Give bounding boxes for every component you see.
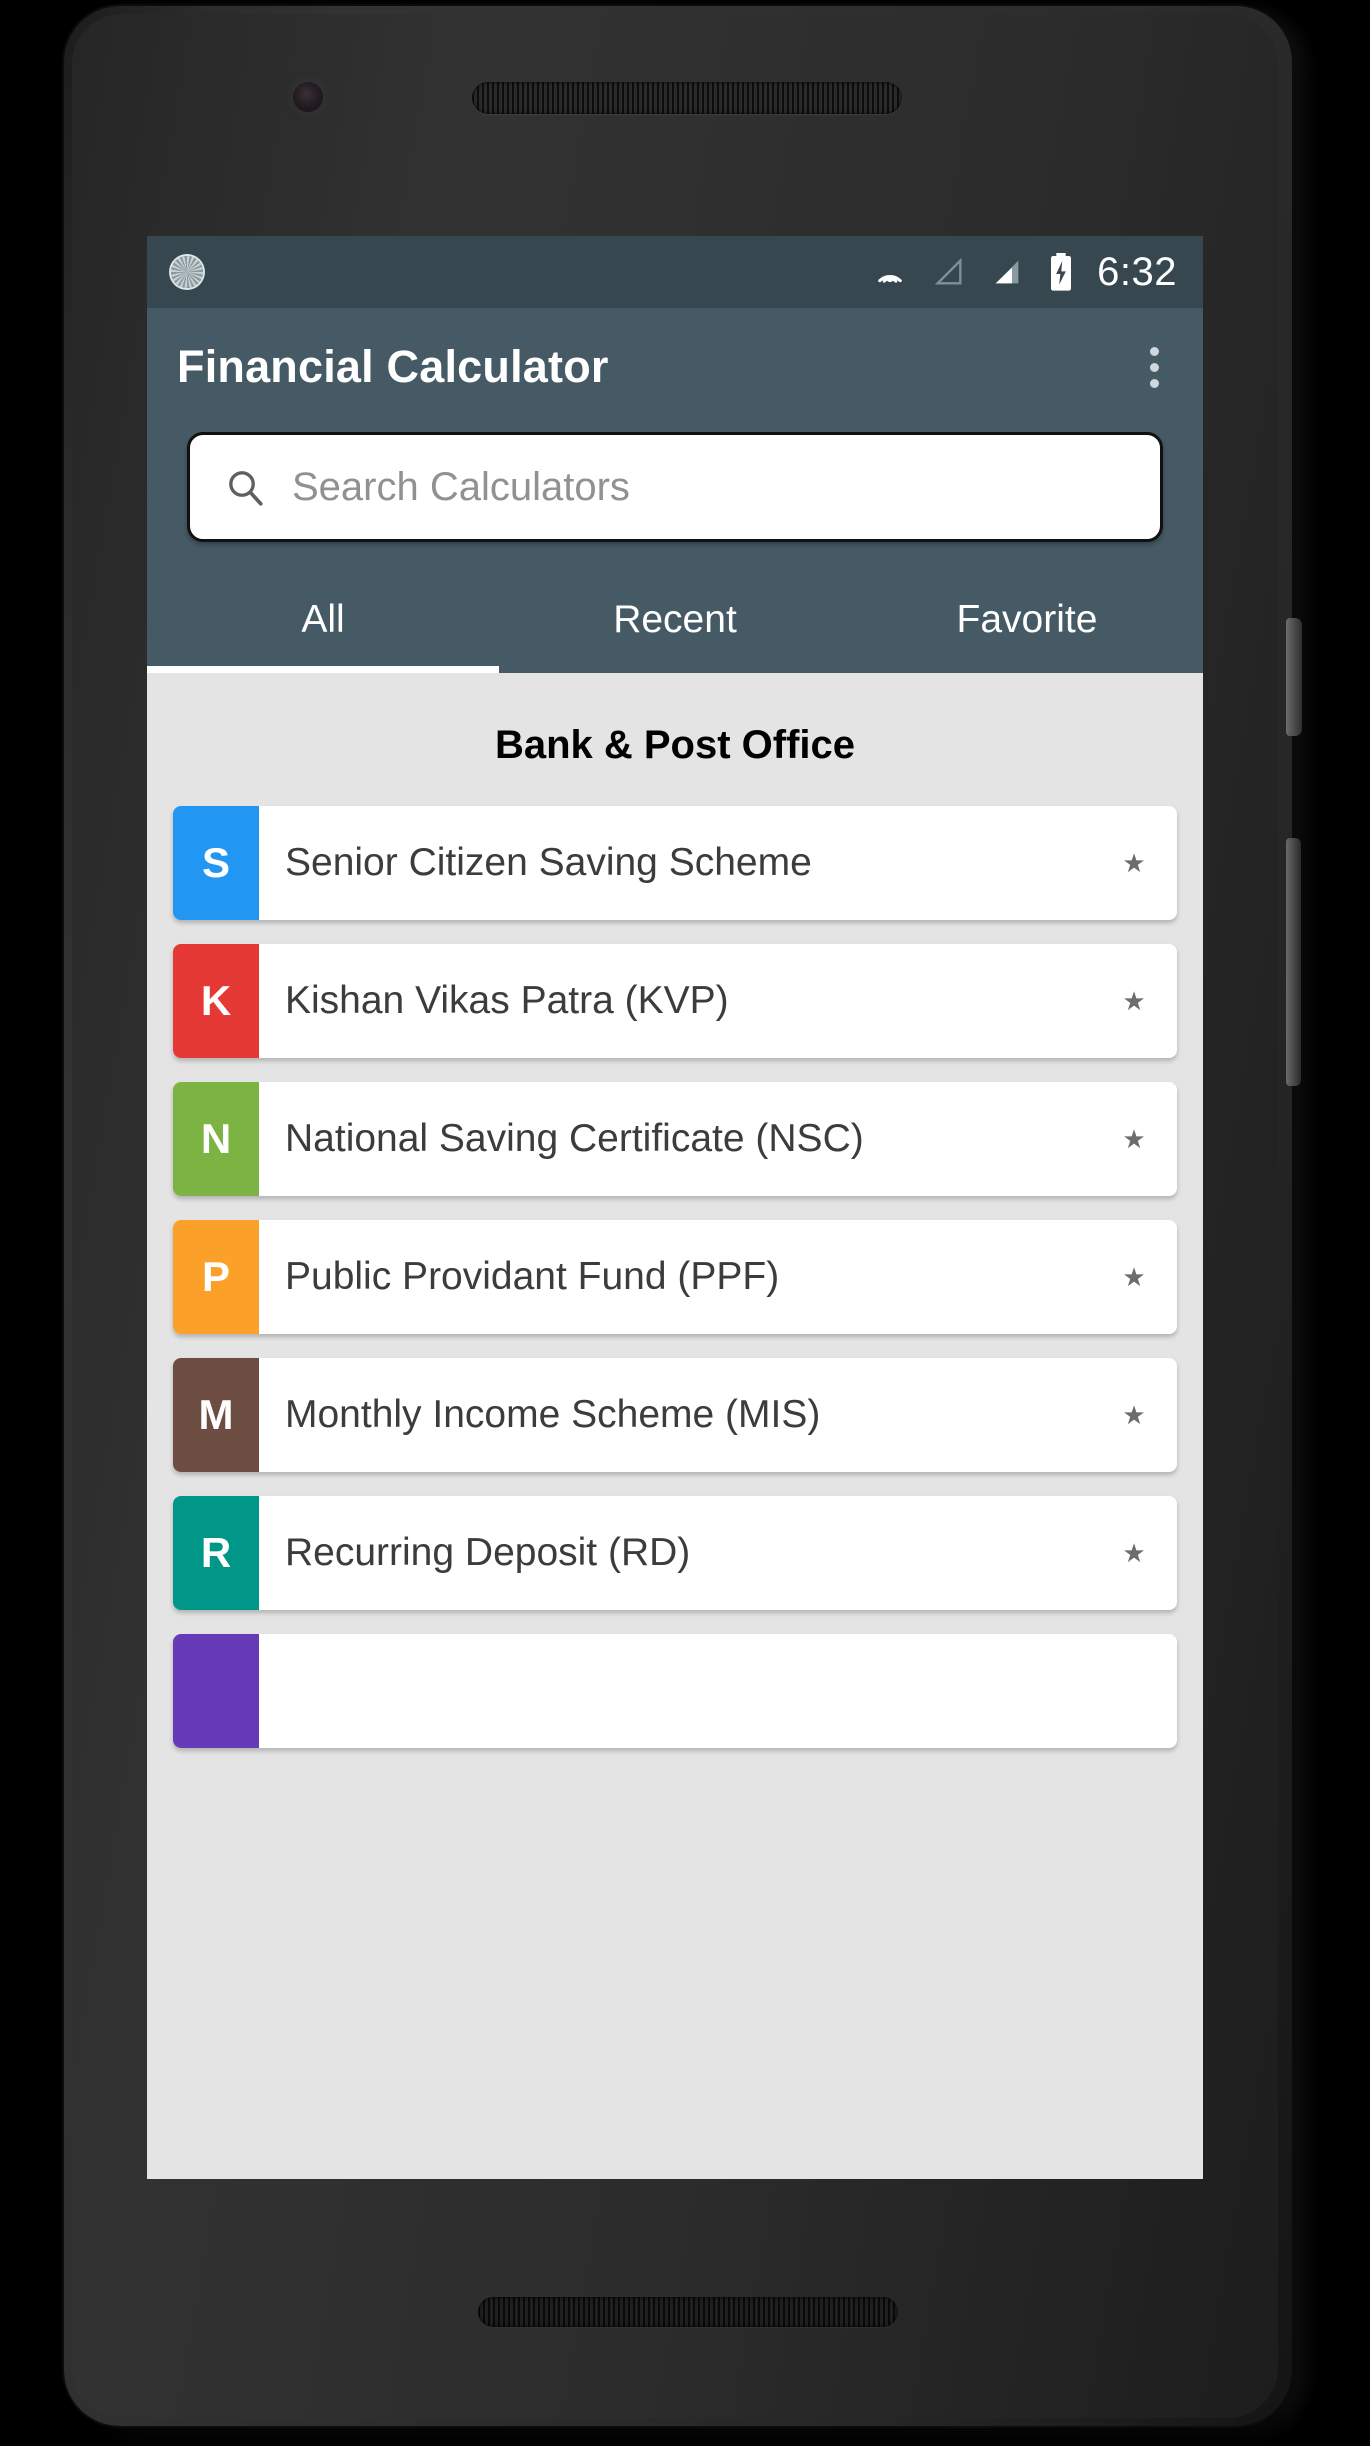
favorite-star-icon[interactable]: ★ — [1091, 806, 1177, 920]
item-initial-badge — [173, 1634, 259, 1748]
updating-sync-icon — [171, 256, 203, 288]
calculator-list-container[interactable]: Bank & Post Office S Senior Citizen Savi… — [147, 673, 1203, 2179]
app-bar: Financial Calculator — [147, 308, 1203, 426]
favorite-star-icon[interactable]: ★ — [1091, 1082, 1177, 1196]
front-camera — [293, 82, 323, 112]
item-label — [259, 1634, 1091, 1748]
search-icon — [229, 471, 263, 506]
tab-favorite[interactable]: Favorite — [851, 566, 1203, 673]
more-dot — [1150, 346, 1159, 356]
status-bar: 6:32 — [147, 236, 1203, 308]
item-initial-badge: S — [173, 806, 259, 920]
more-vert-icon[interactable] — [1136, 337, 1173, 398]
section-header-bank-post-office: Bank & Post Office — [494, 723, 856, 767]
more-dot — [1150, 378, 1159, 388]
list-item[interactable]: K Kishan Vikas Patra (KVP) ★ — [173, 944, 1177, 1058]
calculator-list: S Senior Citizen Saving Scheme ★ K Kisha… — [147, 806, 1203, 1748]
item-label: National Saving Certificate (NSC) — [285, 1117, 864, 1160]
cast-icon — [878, 274, 902, 283]
tab-all[interactable]: All — [147, 566, 499, 673]
phone-screen: 6:32 Financial Calculator Search Calcula… — [147, 236, 1203, 2179]
list-item[interactable]: N National Saving Certificate (NSC) ★ — [173, 1082, 1177, 1196]
status-time: 6:32 — [1097, 249, 1177, 294]
item-label: Monthly Income Scheme (MIS) — [285, 1393, 821, 1436]
search-bar-container: Search Calculators — [147, 426, 1203, 566]
list-item[interactable]: R Recurring Deposit (RD) ★ — [173, 1496, 1177, 1610]
item-label: Senior Citizen Saving Scheme — [285, 841, 812, 884]
list-item[interactable]: M Monthly Income Scheme (MIS) ★ — [173, 1358, 1177, 1472]
tab-recent[interactable]: Recent — [499, 566, 851, 673]
bottom-speaker — [478, 2297, 898, 2327]
search-input[interactable]: Search Calculators — [187, 432, 1163, 542]
item-initial-badge: M — [173, 1358, 259, 1472]
status-bar-left — [171, 256, 203, 288]
item-label: Public Providant Fund (PPF) — [285, 1255, 780, 1298]
list-item-partial[interactable] — [173, 1634, 1177, 1748]
item-initial-badge: R — [173, 1496, 259, 1610]
item-label: Kishan Vikas Patra (KVP) — [285, 979, 729, 1022]
favorite-star-icon[interactable]: ★ — [1091, 1358, 1177, 1472]
power-button[interactable] — [1286, 618, 1302, 736]
item-initial-badge: N — [173, 1082, 259, 1196]
battery-charging-icon — [1051, 253, 1072, 291]
tab-recent-label: Recent — [613, 597, 737, 641]
tab-favorite-label: Favorite — [956, 597, 1098, 641]
tab-bar: All Recent Favorite — [147, 566, 1203, 673]
favorite-star-icon[interactable]: ★ — [1091, 1220, 1177, 1334]
favorite-star-icon[interactable]: ★ — [1091, 944, 1177, 1058]
favorite-star-icon[interactable] — [1091, 1634, 1177, 1748]
search-placeholder: Search Calculators — [292, 464, 630, 509]
volume-rocker[interactable] — [1286, 838, 1301, 1086]
page-title: Financial Calculator — [177, 341, 609, 392]
item-initial-badge: P — [173, 1220, 259, 1334]
list-item[interactable]: P Public Providant Fund (PPF) ★ — [173, 1220, 1177, 1334]
more-dot — [1150, 362, 1159, 372]
favorite-star-icon[interactable]: ★ — [1091, 1496, 1177, 1610]
earpiece-speaker — [472, 82, 902, 114]
list-item[interactable]: S Senior Citizen Saving Scheme ★ — [173, 806, 1177, 920]
item-label: Recurring Deposit (RD) — [285, 1531, 691, 1574]
item-initial-badge: K — [173, 944, 259, 1058]
signal-bars-icon — [995, 260, 1019, 284]
status-bar-right: 6:32 — [871, 250, 1177, 295]
tab-all-label: All — [301, 597, 345, 641]
signal-inactive-icon — [934, 257, 962, 285]
